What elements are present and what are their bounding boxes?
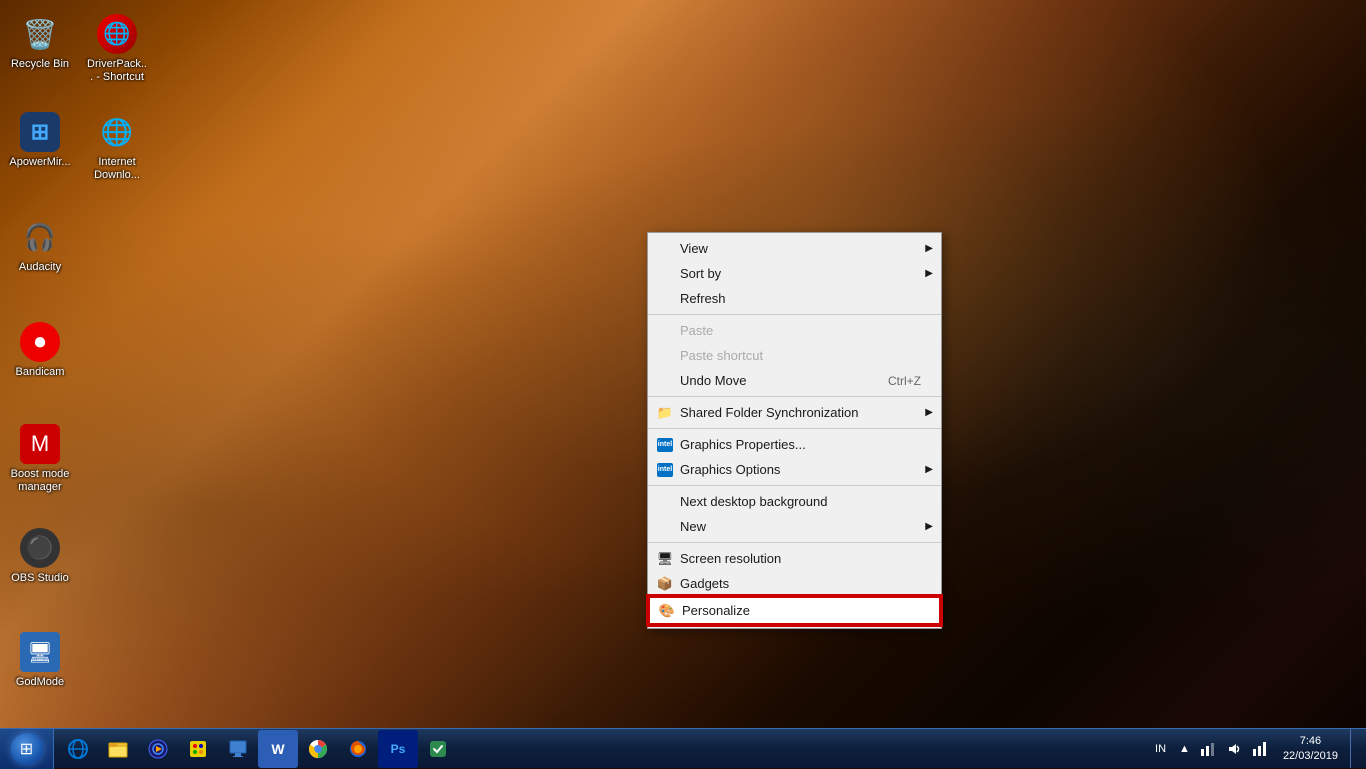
taskbar-paint[interactable] — [178, 730, 218, 768]
taskbar: W Ps IN — [0, 728, 1366, 768]
show-desktop-button[interactable] — [1350, 729, 1358, 768]
desktop-icon-audacity[interactable]: 🎧 Audacity — [5, 213, 75, 278]
menu-item-screen-resolution[interactable]: 🖥 Screen resolution — [648, 546, 941, 571]
menu-item-refresh-label: Refresh — [680, 291, 726, 306]
audacity-icon: 🎧 — [20, 217, 60, 257]
bandicam-icon: ⏺ — [20, 322, 60, 362]
menu-item-sort-label: Sort by — [680, 266, 721, 281]
desktop-icon-boost[interactable]: M Boost mode manager — [5, 420, 75, 498]
desktop-icon-apowermirror[interactable]: ⊞ ApowerMir... — [5, 108, 75, 173]
system-tray: IN ▲ 7:46 22/03/2019 — [1141, 729, 1366, 768]
personalize-icon: 🎨 — [658, 602, 676, 620]
menu-item-gadgets[interactable]: 📦 Gadgets — [648, 571, 941, 596]
undo-shortcut: Ctrl+Z — [888, 374, 921, 388]
start-orb — [11, 733, 43, 765]
driverpack-label: DriverPack... - Shortcut — [86, 58, 148, 84]
godmode-label: GodMode — [16, 676, 64, 689]
bandicam-label: Bandicam — [16, 366, 65, 379]
menu-item-next-bg-label: Next desktop background — [680, 494, 827, 509]
recycle-bin-label: Recycle Bin — [11, 58, 69, 71]
taskbar-apps: W Ps — [54, 729, 462, 768]
desktop-icon-godmode[interactable]: 🖥 GodMode — [5, 628, 75, 693]
idm-label: Internet Downlo... — [86, 156, 148, 182]
idm-icon: 🌐 — [97, 112, 137, 152]
tray-clock[interactable]: 7:46 22/03/2019 — [1275, 734, 1346, 763]
menu-item-undo-move[interactable]: Undo Move Ctrl+Z — [648, 368, 941, 393]
graphics-options-arrow-icon: ▶ — [925, 464, 933, 475]
menu-item-screen-resolution-label: Screen resolution — [680, 551, 781, 566]
separator-1 — [648, 314, 941, 315]
menu-item-shared-folder[interactable]: 📁 Shared Folder Synchronization ▶ — [648, 400, 941, 425]
apowermirror-label: ApowerMir... — [9, 156, 70, 169]
taskbar-photoshop[interactable]: Ps — [378, 730, 418, 768]
menu-item-shared-folder-label: Shared Folder Synchronization — [680, 405, 859, 420]
tray-language[interactable]: IN — [1149, 743, 1172, 755]
apowermirror-icon: ⊞ — [20, 112, 60, 152]
menu-item-graphics-properties-label: Graphics Properties... — [680, 437, 806, 452]
shared-folder-icon: 📁 — [656, 404, 674, 422]
menu-item-refresh[interactable]: Refresh — [648, 286, 941, 311]
separator-3 — [648, 428, 941, 429]
taskbar-chrome[interactable] — [298, 730, 338, 768]
menu-item-gadgets-label: Gadgets — [680, 576, 729, 591]
separator-4 — [648, 485, 941, 486]
menu-item-next-bg[interactable]: Next desktop background — [648, 489, 941, 514]
menu-item-paste-shortcut-label: Paste shortcut — [680, 348, 763, 363]
obs-icon: ⚫ — [20, 528, 60, 568]
tray-show-hidden[interactable]: ▲ — [1176, 743, 1193, 755]
shared-folder-arrow-icon: ▶ — [925, 407, 933, 418]
view-arrow-icon: ▶ — [925, 243, 933, 254]
menu-item-paste-label: Paste — [680, 323, 713, 338]
menu-item-paste-shortcut: Paste shortcut — [648, 343, 941, 368]
menu-item-sort-by[interactable]: Sort by ▶ — [648, 261, 941, 286]
menu-item-new[interactable]: New ▶ — [648, 514, 941, 539]
menu-item-paste: Paste — [648, 318, 941, 343]
context-menu: View ▶ Sort by ▶ Refresh Paste Paste sho… — [647, 232, 942, 629]
sort-arrow-icon: ▶ — [925, 268, 933, 279]
intel-graphics-properties-icon: intel — [656, 436, 674, 454]
tray-time: 7:46 — [1300, 734, 1321, 748]
intel-graphics-options-icon: intel — [656, 461, 674, 479]
taskbar-ie[interactable] — [58, 730, 98, 768]
tray-volume-icon[interactable] — [1223, 741, 1245, 757]
start-button[interactable] — [0, 729, 54, 769]
desktop-icon-obs[interactable]: ⚫ OBS Studio — [5, 524, 75, 589]
taskbar-wmp[interactable] — [138, 730, 178, 768]
new-arrow-icon: ▶ — [925, 521, 933, 532]
boost-label: Boost mode manager — [9, 468, 71, 494]
obs-label: OBS Studio — [11, 572, 68, 585]
menu-item-graphics-properties[interactable]: intel Graphics Properties... — [648, 432, 941, 457]
audacity-label: Audacity — [19, 261, 61, 274]
menu-item-view[interactable]: View ▶ — [648, 236, 941, 261]
menu-item-undo-label: Undo Move — [680, 373, 746, 388]
tray-date: 22/03/2019 — [1283, 749, 1338, 763]
tray-network-bars[interactable] — [1249, 741, 1271, 757]
taskbar-network[interactable] — [218, 730, 258, 768]
screen-resolution-icon: 🖥 — [656, 550, 674, 568]
menu-item-graphics-options[interactable]: intel Graphics Options ▶ — [648, 457, 941, 482]
menu-item-graphics-options-label: Graphics Options — [680, 462, 780, 477]
menu-item-view-label: View — [680, 241, 708, 256]
taskbar-explorer[interactable] — [98, 730, 138, 768]
gadgets-icon: 📦 — [656, 575, 674, 593]
desktop-icon-idm[interactable]: 🌐 Internet Downlo... — [82, 108, 152, 186]
menu-item-new-label: New — [680, 519, 706, 534]
taskbar-green-app[interactable] — [418, 730, 458, 768]
separator-2 — [648, 396, 941, 397]
taskbar-firefox[interactable] — [338, 730, 378, 768]
godmode-icon: 🖥 — [20, 632, 60, 672]
tray-network-icon[interactable] — [1197, 741, 1219, 757]
separator-5 — [648, 542, 941, 543]
driverpack-icon: 🌐 — [97, 14, 137, 54]
desktop-icon-driverpack[interactable]: 🌐 DriverPack... - Shortcut — [82, 10, 152, 88]
menu-item-personalize-label: Personalize — [682, 603, 750, 618]
recycle-bin-icon: 🗑️ — [20, 14, 60, 54]
menu-item-personalize[interactable]: 🎨 Personalize — [648, 596, 941, 625]
desktop-icon-bandicam[interactable]: ⏺ Bandicam — [5, 318, 75, 383]
taskbar-word[interactable]: W — [258, 730, 298, 768]
boost-icon: M — [20, 424, 60, 464]
desktop-icon-recycle-bin[interactable]: 🗑️ Recycle Bin — [5, 10, 75, 75]
